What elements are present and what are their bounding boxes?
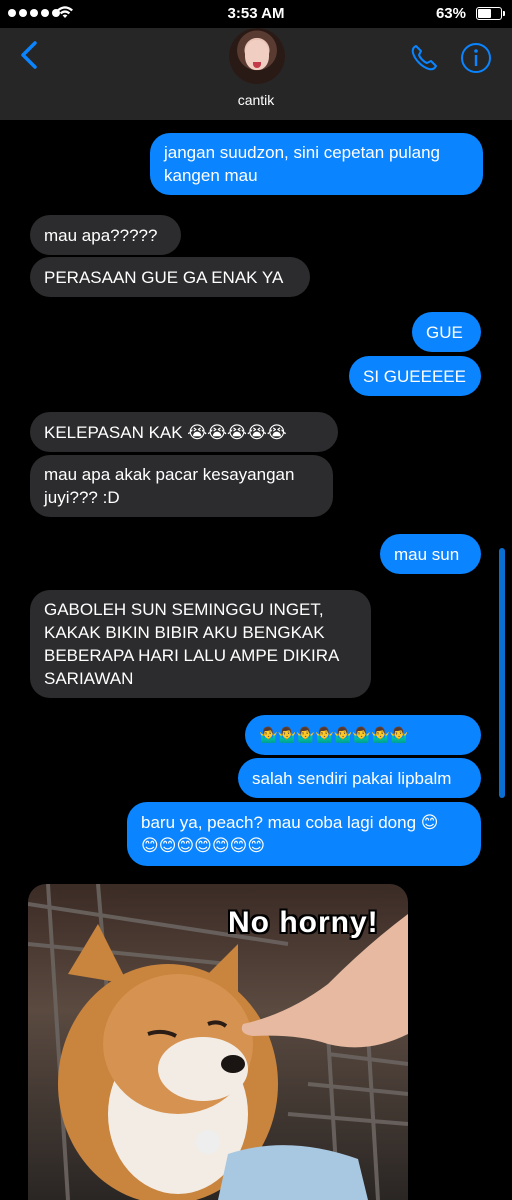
battery-percent: 63% <box>435 5 466 22</box>
phone-icon[interactable] <box>408 42 440 74</box>
message-text-line: baru ya, peach? mau coba lagi dong 😊 <box>141 813 439 832</box>
contact-name[interactable]: cantik <box>0 92 512 108</box>
message-text: KELEPASAN KAK 😭😭😭😭😭 <box>44 422 287 442</box>
message-text-line: 😊😊😊😊😊😊😊 <box>141 836 266 855</box>
image-caption: No horny! <box>228 906 379 939</box>
message-bubble-incoming[interactable]: mau apa????? <box>30 215 181 255</box>
message-bubble-incoming[interactable]: PERASAAN GUE GA ENAK YA <box>30 257 310 297</box>
battery-fill <box>478 9 492 18</box>
message-text-line: kangen mau <box>164 166 258 185</box>
battery-icon <box>476 7 505 20</box>
message-text-line: GABOLEH SUN SEMINGGU INGET, <box>44 600 324 619</box>
message-text: mau sun <box>394 544 460 564</box>
message-text-line: BEBERAPA HARI LALU AMPE DIKIRA <box>44 646 340 665</box>
message-text: PERASAAN GUE GA ENAK YA <box>44 267 284 287</box>
message-text-line: jangan suudzon, sini cepetan pulang <box>164 143 440 162</box>
scrollbar[interactable] <box>499 548 505 798</box>
message-bubble-outgoing[interactable]: SI GUEEEEE <box>349 356 481 396</box>
message-bubble-outgoing[interactable]: salah sendiri pakai lipbalm <box>238 758 481 798</box>
info-icon[interactable] <box>460 42 492 74</box>
message-bubble-outgoing[interactable]: baru ya, peach? mau coba lagi dong 😊 😊😊😊😊… <box>127 802 481 866</box>
status-bar: 3:53 AM 63% <box>0 0 512 28</box>
message-text-line: mau apa akak pacar kesayangan <box>44 465 295 484</box>
message-bubble-outgoing[interactable]: 🤷‍♂️🤷‍♂️🤷‍♂️🤷‍♂️🤷‍♂️🤷‍♂️🤷‍♂️🤷‍♂️ <box>245 715 481 755</box>
message-text: mau apa????? <box>44 225 158 245</box>
message-bubble-outgoing[interactable]: GUE <box>412 312 481 352</box>
back-chevron-icon[interactable] <box>16 40 46 70</box>
message-text: SI GUEEEEE <box>363 366 466 386</box>
message-text-line: juyi??? :D <box>44 488 120 507</box>
message-text: 🤷‍♂️🤷‍♂️🤷‍♂️🤷‍♂️🤷‍♂️🤷‍♂️🤷‍♂️🤷‍♂️ <box>259 725 409 744</box>
message-bubble-incoming[interactable]: GABOLEH SUN SEMINGGU INGET, KAKAK BIKIN … <box>30 590 371 698</box>
message-text-line: KAKAK BIKIN BIBIR AKU BENGKAK <box>44 623 325 642</box>
message-bubble-outgoing[interactable]: jangan suudzon, sini cepetan pulang kange… <box>150 133 483 195</box>
contact-avatar[interactable] <box>229 28 285 84</box>
message-bubble-outgoing[interactable]: mau sun <box>380 534 481 574</box>
message-bubble-incoming[interactable]: KELEPASAN KAK 😭😭😭😭😭 <box>30 412 338 452</box>
message-text: GUE <box>426 322 463 342</box>
message-text-line: SARIAWAN <box>44 669 134 688</box>
message-bubble-incoming[interactable]: mau apa akak pacar kesayangan juyi??? :D <box>30 455 333 517</box>
message-text: salah sendiri pakai lipbalm <box>252 768 452 788</box>
conversation-header: cantik <box>0 28 512 120</box>
